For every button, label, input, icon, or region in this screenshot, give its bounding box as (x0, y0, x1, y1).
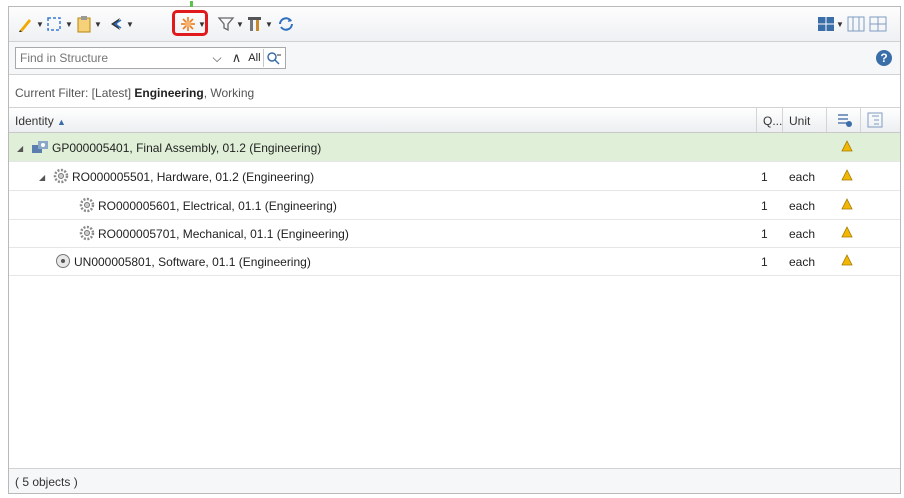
warning-icon (841, 198, 853, 213)
gear-icon (79, 197, 95, 216)
highlight-box (172, 10, 208, 36)
table-row[interactable]: ◢ RO000005501, Hardware, 01.2 (Engineeri… (9, 162, 900, 191)
row-identity[interactable]: RO000005701, Mechanical, 01.1 (Engineeri… (98, 227, 349, 241)
column-divider[interactable] (756, 108, 757, 132)
search-bar: ⌵ ∧ All ? (9, 42, 900, 75)
column-divider[interactable] (782, 108, 783, 132)
row-unit: each (789, 199, 816, 213)
status-column-icon[interactable] (837, 112, 853, 131)
warning-icon (841, 140, 853, 155)
row-quantity: 1 (761, 227, 768, 241)
chevron-down-icon[interactable]: ⌵ (207, 51, 227, 66)
row-identity[interactable]: UN000005801, Software, 01.1 (Engineering… (74, 255, 311, 269)
row-unit: each (789, 227, 816, 241)
row-quantity: 1 (761, 170, 768, 184)
filter-funnel-icon[interactable]: ▼ (217, 14, 244, 34)
quantity-column-header[interactable]: Q... (763, 114, 782, 128)
current-filter: Current Filter: [Latest] Engineering, Wo… (9, 75, 900, 108)
table-header: Identity ▲ Q... Unit (9, 108, 900, 133)
table-row[interactable]: UN000005801, Software, 01.1 (Engineering… (9, 247, 900, 276)
gear-icon (53, 168, 69, 187)
layout-select-icon[interactable]: ▼ (817, 14, 844, 34)
row-unit: each (789, 255, 816, 269)
row-identity[interactable]: RO000005501, Hardware, 01.2 (Engineering… (72, 170, 314, 184)
status-footer: ( 5 objects ) (9, 468, 900, 493)
help-icon[interactable]: ? (876, 50, 892, 66)
row-unit: each (789, 170, 816, 184)
identity-column-header[interactable]: Identity ▲ (15, 114, 66, 128)
table-row[interactable]: RO000005701, Mechanical, 01.1 (Engineeri… (9, 219, 900, 248)
all-toggle[interactable]: All (248, 52, 260, 64)
row-quantity: 1 (761, 255, 768, 269)
filter-text: Current Filter: [Latest] Engineering, Wo… (15, 86, 254, 100)
column-divider[interactable] (826, 108, 827, 132)
refresh-sync-icon[interactable] (277, 14, 295, 34)
table-row[interactable]: ◢ GP000005401, Final Assembly, 01.2 (Eng… (9, 133, 900, 162)
row-identity[interactable]: RO000005601, Electrical, 01.1 (Engineeri… (98, 199, 337, 213)
structure-column-icon[interactable] (867, 112, 883, 131)
insert-existing-icon[interactable]: ▼ (46, 14, 73, 34)
object-count: ( 5 objects ) (15, 475, 78, 489)
grid-view-icon[interactable] (869, 14, 887, 34)
software-disc-icon (55, 253, 71, 272)
filter-view[interactable]: Engineering (134, 86, 203, 100)
chevron-up-icon[interactable]: ∧ (227, 50, 247, 66)
filter-prefix: Current Filter: [Latest] (15, 86, 135, 100)
column-divider[interactable] (860, 108, 861, 132)
find-options-icon[interactable] (262, 49, 285, 67)
identity-header-label: Identity (15, 114, 54, 128)
row-identity[interactable]: GP000005401, Final Assembly, 01.2 (Engin… (52, 141, 321, 155)
unit-column-header[interactable]: Unit (789, 114, 810, 128)
row-quantity: 1 (761, 199, 768, 213)
paste-clipboard-icon[interactable]: ▼ (75, 14, 102, 34)
find-in-structure-field: ⌵ ∧ All (15, 47, 286, 69)
collapse-icon[interactable]: ◢ (39, 173, 45, 182)
warning-icon (841, 169, 853, 184)
filter-suffix: , Working (203, 86, 255, 100)
tools-icon[interactable]: ▼ (246, 14, 273, 34)
edit-pencil-icon[interactable]: ▼ (17, 14, 44, 34)
assembly-icon (31, 139, 49, 158)
structure-panel: ▼ ▼ ▼ ▼ ▼ ▼ ▼ ▼ Find in Structure ⌵ ∧ Al… (8, 1, 901, 494)
table-row[interactable]: RO000005601, Electrical, 01.1 (Engineeri… (9, 191, 900, 220)
back-arrow-icon[interactable]: ▼ (107, 14, 134, 34)
warning-icon (841, 226, 853, 241)
toolbar: ▼ ▼ ▼ ▼ ▼ ▼ ▼ ▼ (9, 7, 900, 42)
collapse-icon[interactable]: ◢ (17, 144, 23, 153)
warning-icon (841, 254, 853, 269)
sort-ascending-icon: ▲ (57, 117, 66, 127)
columns-view-icon[interactable] (847, 14, 865, 34)
gear-icon (79, 225, 95, 244)
search-input[interactable] (16, 50, 208, 66)
